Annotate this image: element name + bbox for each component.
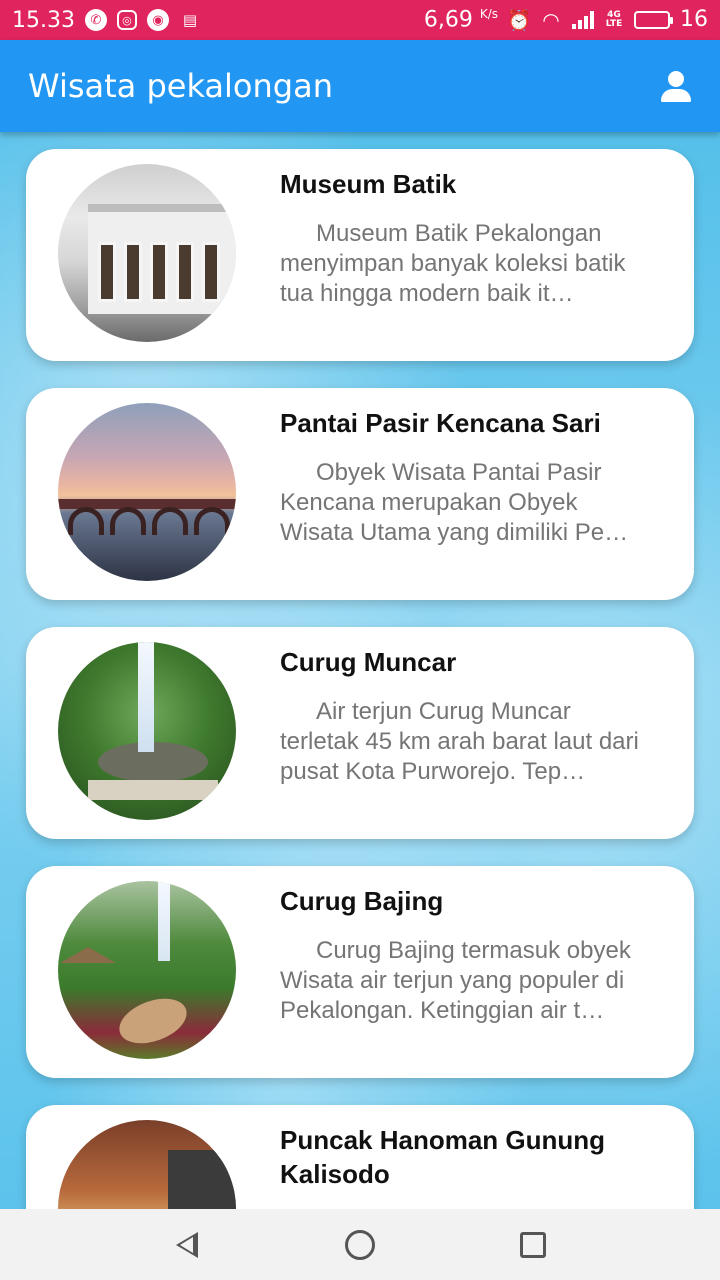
- place-title: Curug Muncar: [280, 647, 457, 677]
- place-thumbnail: [58, 881, 236, 1059]
- place-title: Museum Batik: [280, 169, 457, 199]
- app-bar: Wisata pekalongan: [0, 40, 720, 132]
- back-icon: [175, 1231, 198, 1258]
- place-description: Obyek Wisata Pantai Pasir Kencana merupa…: [280, 459, 629, 546]
- home-button[interactable]: [340, 1225, 380, 1265]
- whatsapp-icon: ✆: [84, 9, 107, 31]
- place-title: Curug Bajing: [280, 886, 444, 916]
- battery-icon: [634, 10, 673, 29]
- place-thumbnail: [58, 642, 236, 820]
- status-bar: 15.33 ✆ ◎ ◉ ▤ 6,69 K/s ⏰ ◠ 4G LTE 16: [0, 0, 720, 40]
- home-icon: [344, 1229, 375, 1260]
- place-thumbnail: [58, 403, 236, 581]
- chrome-icon: ◉: [146, 9, 169, 31]
- place-description: Air terjun Curug Muncar terletak 45 km a…: [280, 698, 639, 785]
- status-right: 6,69 K/s ⏰ ◠ 4G LTE 16: [424, 7, 708, 32]
- status-left: 15.33 ✆ ◎ ◉ ▤: [12, 8, 201, 33]
- place-title: Pantai Pasir Kencana Sari: [280, 408, 601, 438]
- wifi-icon: ◠: [542, 7, 560, 32]
- account-icon[interactable]: [658, 68, 694, 104]
- place-thumbnail: [58, 1120, 236, 1209]
- network-speed-value: 6,69: [423, 7, 473, 33]
- sd-card-icon: ▤: [182, 11, 198, 29]
- place-thumbnail: [58, 164, 236, 342]
- status-time: 15.33: [12, 7, 75, 33]
- place-description: Curug Bajing termasuk obyek Wisata air t…: [280, 937, 631, 1024]
- battery-level: 16: [680, 7, 708, 33]
- recents-button[interactable]: [513, 1225, 553, 1265]
- place-title: Puncak Hanoman Gunung Kalisodo: [280, 1125, 606, 1189]
- places-list[interactable]: Museum Batik Museum Batik Pekalongan men…: [0, 132, 720, 1209]
- navigation-bar: [0, 1209, 720, 1280]
- network-speed: 6,69 K/s: [424, 7, 498, 32]
- place-card-curug-muncar[interactable]: Curug Muncar Air terjun Curug Muncar ter…: [26, 627, 694, 839]
- signal-icon: [572, 10, 594, 29]
- place-card-pantai-pasir-kencana-sari[interactable]: Pantai Pasir Kencana Sari Obyek Wisata P…: [26, 388, 694, 600]
- network-speed-unit: K/s: [479, 7, 498, 22]
- recents-icon: [520, 1231, 547, 1258]
- instagram-icon: ◎: [116, 10, 137, 30]
- place-card-museum-batik[interactable]: Museum Batik Museum Batik Pekalongan men…: [26, 149, 694, 361]
- alarm-icon: ⏰: [506, 7, 532, 32]
- network-type-label: 4G LTE: [605, 9, 623, 29]
- app-title: Wisata pekalongan: [28, 67, 333, 105]
- place-card-curug-bajing[interactable]: Curug Bajing Curug Bajing termasuk obyek…: [26, 866, 694, 1078]
- place-description: Museum Batik Pekalongan menyimpan banyak…: [280, 220, 626, 307]
- back-button[interactable]: [167, 1225, 207, 1265]
- place-card-puncak-hanoman[interactable]: Puncak Hanoman Gunung Kalisodo: [26, 1105, 694, 1209]
